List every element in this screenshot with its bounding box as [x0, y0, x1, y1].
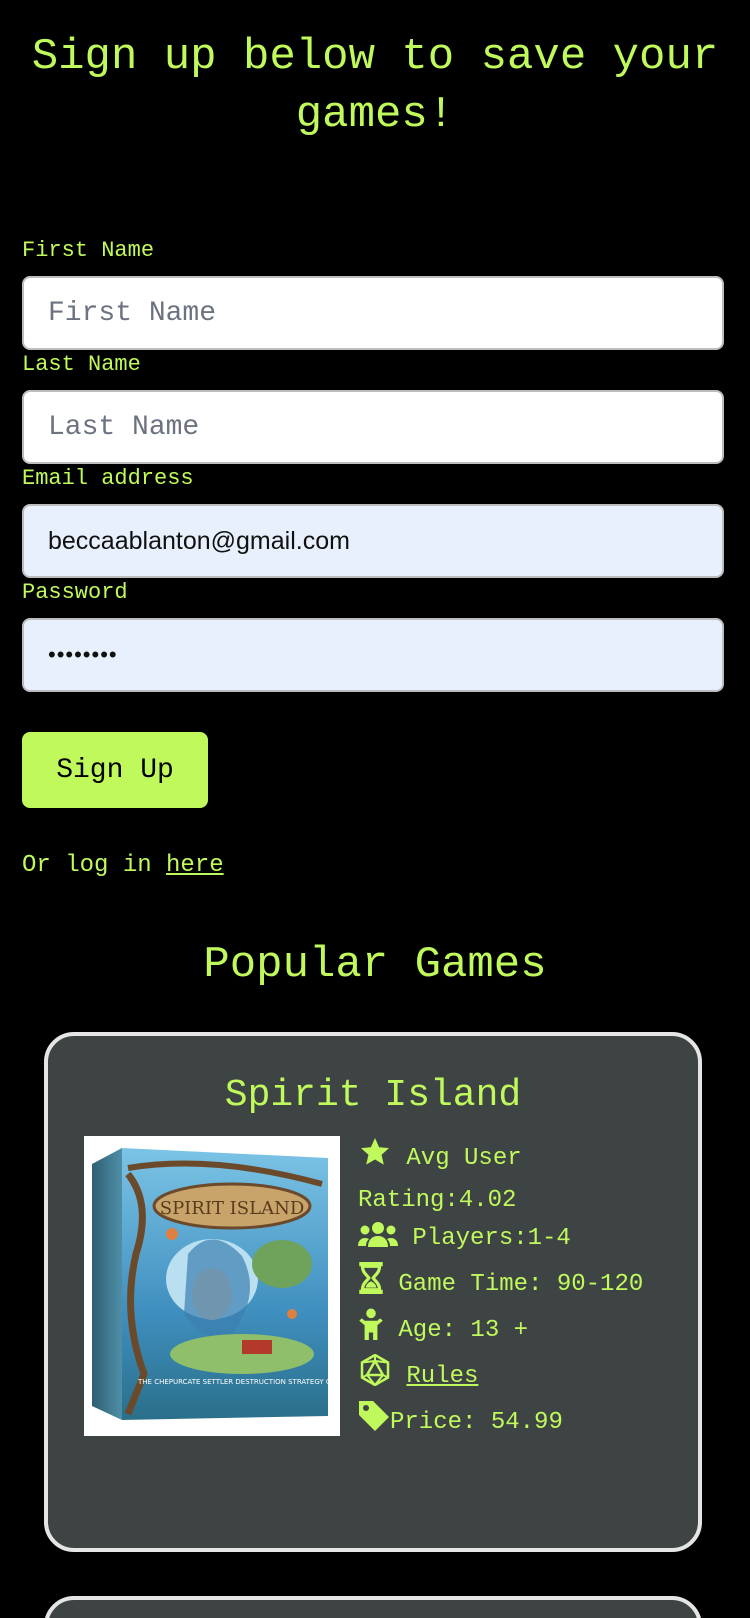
rules-row: Rules [358, 1353, 688, 1400]
email-label: Email address [22, 466, 194, 491]
price-value: 54.99 [490, 1409, 563, 1436]
password-input[interactable] [22, 618, 724, 692]
login-link[interactable]: here [166, 852, 224, 879]
rating-row: Avg User Rating:4.02 [358, 1136, 688, 1220]
price-row: Price: 54.99 [358, 1400, 688, 1446]
game-box-image: SPIRIT ISLAND THE CHEPURCATE SETTLER DES… [84, 1136, 347, 1436]
email-input[interactable] [22, 504, 724, 578]
price-label: Price: [390, 1409, 491, 1436]
first-name-input[interactable] [22, 276, 724, 350]
age-value: 13 + [470, 1317, 529, 1344]
popular-games-title: Popular Games [203, 940, 547, 990]
last-name-label: Last Name [22, 352, 141, 377]
time-row: Game Time: 90-120 [358, 1262, 688, 1308]
hourglass-icon [358, 1262, 384, 1308]
login-prompt: Or log in here [22, 852, 224, 879]
box-subtitle-text: THE CHEPURCATE SETTLER DESTRUCTION STRAT… [137, 1378, 332, 1386]
last-name-input[interactable] [22, 390, 724, 464]
users-icon [358, 1220, 398, 1262]
age-label: Age: [398, 1317, 471, 1344]
star-icon [358, 1136, 392, 1182]
game-title: Spirit Island [224, 1074, 522, 1117]
child-icon [358, 1308, 384, 1354]
time-value: 90-120 [556, 1271, 644, 1298]
players-value: 1-4 [527, 1225, 571, 1252]
game-card-next [44, 1596, 702, 1618]
login-prefix-text: Or log in [22, 852, 167, 879]
time-label: Game Time: [398, 1271, 557, 1298]
game-stats: Avg User Rating:4.02 Players:1-4 Game Ti… [358, 1136, 688, 1446]
box-title-text: SPIRIT ISLAND [160, 1198, 305, 1219]
age-row: Age: 13 + [358, 1308, 688, 1354]
rules-link[interactable]: Rules [406, 1363, 478, 1390]
sign-up-button[interactable]: Sign Up [22, 732, 208, 808]
tag-icon [358, 1400, 390, 1446]
players-label: Players: [412, 1225, 528, 1252]
password-label: Password [22, 580, 128, 605]
dice-icon [358, 1353, 392, 1400]
game-card: Spirit Island SPIRIT ISLAND THE CHEPURCA… [44, 1032, 702, 1552]
rating-value: 4.02 [458, 1187, 517, 1214]
spirit-island-box-art: SPIRIT ISLAND THE CHEPURCATE SETTLER DES… [92, 1148, 347, 1420]
first-name-label: First Name [22, 238, 155, 263]
page-title: Sign up below to save your games! [31, 32, 719, 140]
players-row: Players:1-4 [358, 1220, 688, 1262]
